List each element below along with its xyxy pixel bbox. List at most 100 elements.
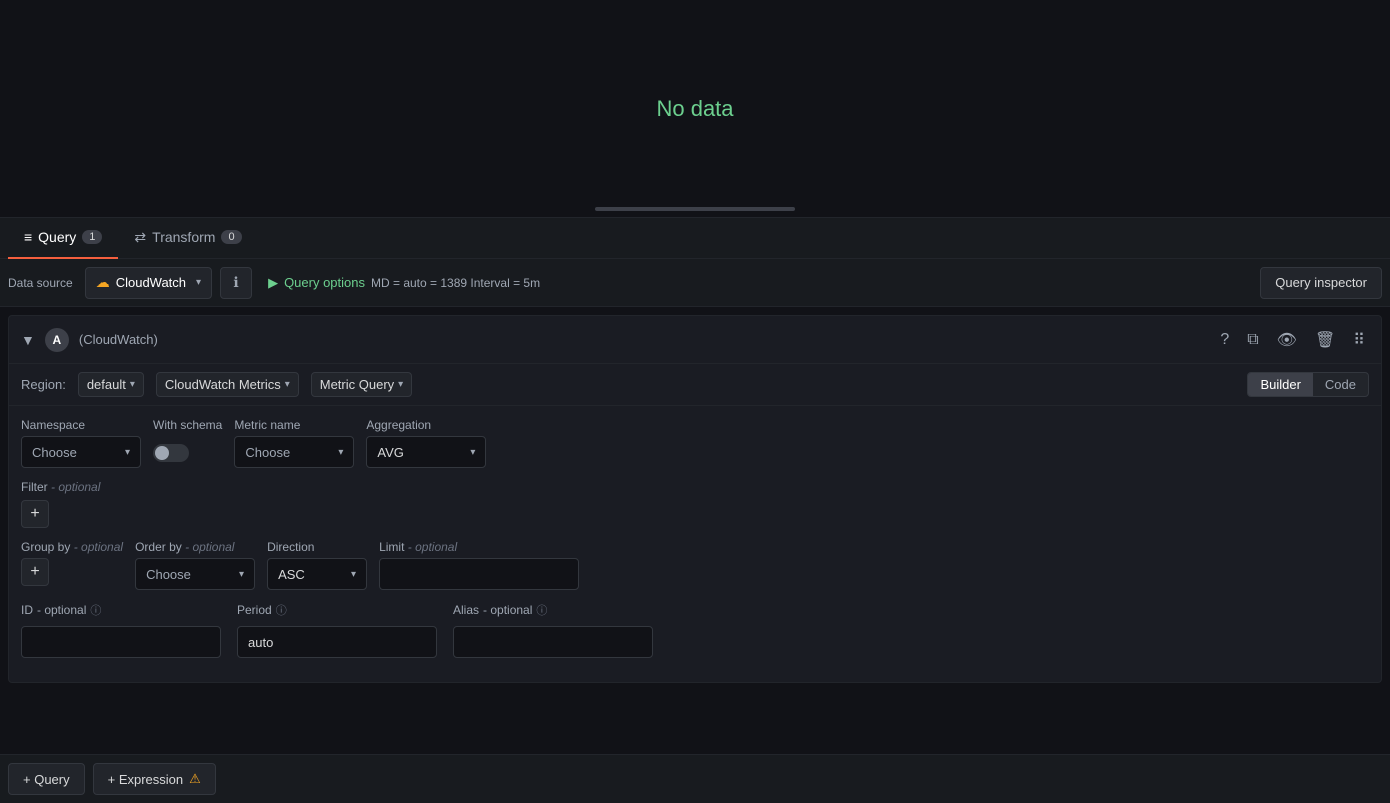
collapse-button[interactable]: ▼ xyxy=(21,332,35,348)
id-info-icon[interactable]: ⓘ xyxy=(90,602,101,618)
alias-info-icon[interactable]: ⓘ xyxy=(536,602,547,618)
query-panel: ▼ A (CloudWatch) ? ⧉ 👁 🗑 ⠿ Region: defau… xyxy=(8,315,1382,683)
tab-transform[interactable]: ⇄ Transform 0 xyxy=(118,218,257,259)
direction-chevron-icon: ▾ xyxy=(351,569,356,580)
tab-query[interactable]: ≡ Query 1 xyxy=(8,218,118,259)
query-tab-label: Query xyxy=(38,229,76,245)
period-label: Period ⓘ xyxy=(237,602,437,618)
filter-label: Filter - optional xyxy=(21,480,1369,494)
code-toggle-button[interactable]: Code xyxy=(1313,373,1368,396)
query-type-label: Metric Query xyxy=(320,377,394,392)
direction-value: ASC xyxy=(278,567,305,582)
toggle-visibility-button[interactable]: 👁 xyxy=(1273,326,1301,354)
region-value: default xyxy=(87,377,126,392)
help-button[interactable]: ? xyxy=(1216,327,1233,353)
builder-toggle-button[interactable]: Builder xyxy=(1248,373,1312,396)
query-options-meta: MD = auto = 1389 Interval = 5m xyxy=(371,276,540,290)
service-select[interactable]: CloudWatch Metrics ▾ xyxy=(156,372,299,397)
service-label: CloudWatch Metrics xyxy=(165,377,281,392)
query-tab-icon: ≡ xyxy=(24,229,32,245)
limit-label: Limit - optional xyxy=(379,540,579,554)
metric-name-label: Metric name xyxy=(234,418,354,432)
filter-add-button[interactable]: + xyxy=(21,500,49,528)
order-by-label: Order by - optional xyxy=(135,540,255,554)
with-schema-field: With schema xyxy=(153,418,222,462)
with-schema-label: With schema xyxy=(153,418,222,432)
query-type-select[interactable]: Metric Query ▾ xyxy=(311,372,412,397)
cloudwatch-icon: ☁ xyxy=(96,274,110,291)
query-options-label: Query options xyxy=(284,275,365,290)
region-chevron-icon: ▾ xyxy=(130,379,135,390)
query-tab-badge: 1 xyxy=(82,230,102,244)
delete-button[interactable]: 🗑 xyxy=(1311,326,1339,354)
query-inspector-button[interactable]: Query inspector xyxy=(1260,267,1382,299)
aggregation-chevron-icon: ▾ xyxy=(470,447,475,458)
namespace-row: Namespace Choose ▾ With schema Metric na… xyxy=(21,418,1369,468)
group-by-add-button[interactable]: + xyxy=(21,558,49,586)
region-select[interactable]: default ▾ xyxy=(78,372,144,397)
metric-name-select[interactable]: Choose ▾ xyxy=(234,436,354,468)
id-period-row: ID - optional ⓘ Period ⓘ Alias - optiona… xyxy=(21,602,1369,658)
aggregation-select[interactable]: AVG ▾ xyxy=(366,436,486,468)
tab-bar: ≡ Query 1 ⇄ Transform 0 xyxy=(0,218,1390,259)
namespace-chevron-icon: ▾ xyxy=(125,447,130,458)
add-expression-button[interactable]: + Expression ⚠ xyxy=(93,763,216,795)
transform-tab-icon: ⇄ xyxy=(134,229,146,246)
namespace-field: Namespace Choose ▾ xyxy=(21,418,141,468)
region-label: Region: xyxy=(21,377,66,392)
chart-area: No data xyxy=(0,0,1390,218)
query-letter: A xyxy=(45,328,69,352)
aggregation-value: AVG xyxy=(377,445,404,460)
transform-tab-badge: 0 xyxy=(221,230,241,244)
add-query-label: + Query xyxy=(23,772,70,787)
alias-input[interactable] xyxy=(453,626,653,658)
query-datasource-label: (CloudWatch) xyxy=(79,332,158,347)
query-options-chevron-icon: ▶ xyxy=(268,275,278,291)
drag-handle[interactable]: ⠿ xyxy=(1349,326,1369,354)
id-field: ID - optional ⓘ xyxy=(21,602,221,658)
query-panel-header: ▼ A (CloudWatch) ? ⧉ 👁 🗑 ⠿ xyxy=(9,316,1381,364)
add-query-button[interactable]: + Query xyxy=(8,763,85,795)
datasource-bar: Data source ☁ CloudWatch ▾ ℹ ▶ Query opt… xyxy=(0,259,1390,307)
limit-input[interactable] xyxy=(379,558,579,590)
direction-select[interactable]: ASC ▾ xyxy=(267,558,367,590)
group-by-row: Group by - optional + Order by - optiona… xyxy=(21,540,1369,590)
limit-field: Limit - optional xyxy=(379,540,579,590)
builder-code-toggle: Builder Code xyxy=(1247,372,1369,397)
query-inspector-label: Query inspector xyxy=(1275,275,1367,290)
id-input[interactable] xyxy=(21,626,221,658)
period-field: Period ⓘ xyxy=(237,602,437,658)
filter-section: Filter - optional + xyxy=(21,480,1369,528)
group-by-label: Group by - optional xyxy=(21,540,123,554)
query-form: Namespace Choose ▾ With schema Metric na… xyxy=(9,406,1381,682)
warning-icon: ⚠ xyxy=(189,771,201,787)
group-by-field: Group by - optional + xyxy=(21,540,123,586)
alias-field: Alias - optional ⓘ xyxy=(453,602,653,658)
add-expression-label: + Expression xyxy=(108,772,184,787)
direction-label: Direction xyxy=(267,540,367,554)
no-data-label: No data xyxy=(656,96,733,122)
namespace-placeholder: Choose xyxy=(32,445,77,460)
metric-name-field: Metric name Choose ▾ xyxy=(234,418,354,468)
service-chevron-icon: ▾ xyxy=(285,379,290,390)
datasource-chevron-icon: ▾ xyxy=(196,277,201,288)
period-info-icon[interactable]: ⓘ xyxy=(276,602,287,618)
chart-resize-handle[interactable] xyxy=(595,207,795,211)
datasource-selector[interactable]: ☁ CloudWatch ▾ xyxy=(85,267,212,299)
datasource-name: CloudWatch xyxy=(116,275,186,290)
metric-name-placeholder: Choose xyxy=(245,445,290,460)
copy-button[interactable]: ⧉ xyxy=(1243,327,1262,353)
with-schema-toggle[interactable] xyxy=(153,444,189,462)
aggregation-field: Aggregation AVG ▾ xyxy=(366,418,486,468)
query-options-button[interactable]: ▶ Query options MD = auto = 1389 Interva… xyxy=(260,275,548,291)
order-by-select[interactable]: Choose ▾ xyxy=(135,558,255,590)
period-input[interactable] xyxy=(237,626,437,658)
aggregation-label: Aggregation xyxy=(366,418,486,432)
namespace-label: Namespace xyxy=(21,418,141,432)
datasource-info-button[interactable]: ℹ xyxy=(220,267,252,299)
info-icon: ℹ xyxy=(233,274,238,291)
with-schema-knob xyxy=(155,446,169,460)
namespace-select[interactable]: Choose ▾ xyxy=(21,436,141,468)
query-type-chevron-icon: ▾ xyxy=(398,379,403,390)
order-by-placeholder: Choose xyxy=(146,567,191,582)
